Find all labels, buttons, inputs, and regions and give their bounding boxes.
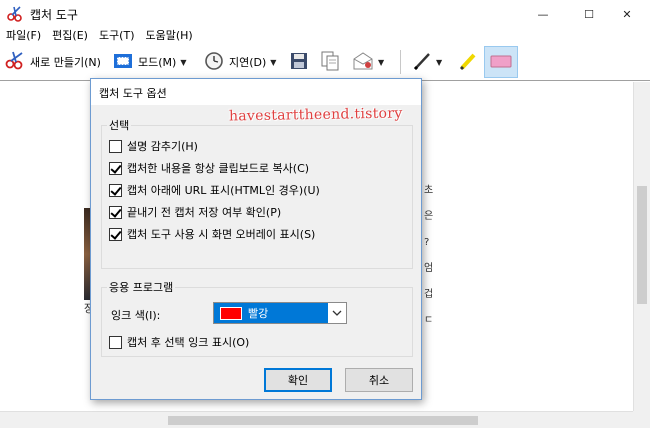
captured-char: 초 <box>424 185 434 196</box>
toolbar: 새로 만들기(N) 모드(M) ▼ 지연(D) ▼ ▼ ▼ <box>0 45 650 79</box>
horizontal-scroll-thumb[interactable] <box>168 416 478 425</box>
clock-icon <box>204 51 224 74</box>
copy-button[interactable] <box>320 49 340 75</box>
pen-button[interactable]: ▼ <box>412 49 442 75</box>
options-dialog: 캡처 도구 옵션 havestarttheend.tistory 선택 설명 감… <box>90 78 422 400</box>
show-ink-label: 캡처 후 선택 잉크 표시(O) <box>127 336 250 349</box>
captured-char: ㄷ <box>424 315 434 326</box>
ok-button[interactable]: 확인 <box>264 368 332 392</box>
captured-char: 겁 <box>424 289 434 300</box>
option-show-url[interactable]: 캡처 아래에 URL 표시(HTML인 경우)(U) <box>109 182 320 198</box>
highlighter-icon <box>458 51 478 74</box>
delay-chevron-down-icon: ▼ <box>270 57 277 67</box>
send-snip-button[interactable]: ▼ <box>352 49 384 75</box>
rectangle-mode-icon <box>113 53 133 72</box>
menu-tools[interactable]: 도구(T) <box>93 27 140 45</box>
show-url-checkbox[interactable] <box>109 183 122 197</box>
chevron-down-icon <box>328 303 346 323</box>
ink-color-value: 빨강 <box>248 307 269 320</box>
save-button[interactable] <box>290 49 308 75</box>
show-ink-checkbox[interactable] <box>109 335 122 349</box>
envelope-icon <box>352 51 374 74</box>
dialog-title-bar: 캡처 도구 옵션 <box>91 79 421 105</box>
captured-char: ? <box>424 237 430 248</box>
option-hide-description[interactable]: 설명 감추기(H) <box>109 138 198 154</box>
mode-label: 모드(M) <box>138 56 177 69</box>
option-copy-to-clipboard[interactable]: 캡처한 내용을 항상 클립보드로 복사(C) <box>109 160 309 176</box>
vertical-scrollbar[interactable] <box>633 82 650 412</box>
minimize-button[interactable]: — <box>520 0 566 28</box>
application-group-label: 응용 프로그램 <box>107 279 176 295</box>
horizontal-scrollbar[interactable] <box>0 411 633 428</box>
prompt-save-checkbox[interactable] <box>109 205 122 219</box>
selection-group-label: 선택 <box>107 117 132 133</box>
option-show-ink[interactable]: 캡처 후 선택 잉크 표시(O) <box>109 334 249 350</box>
scissors-app-icon <box>6 5 24 23</box>
title-bar: 캡처 도구 — ☐ ✕ <box>0 0 650 28</box>
show-overlay-checkbox[interactable] <box>109 227 122 241</box>
menu-edit[interactable]: 편집(E) <box>46 27 93 45</box>
copy-to-clipboard-checkbox[interactable] <box>109 161 122 175</box>
show-url-label: 캡처 아래에 URL 표시(HTML인 경우)(U) <box>127 184 320 197</box>
option-show-overlay[interactable]: 캡처 도구 사용 시 화면 오버레이 표시(S) <box>109 226 315 242</box>
pen-icon <box>412 51 432 74</box>
delay-label: 지연(D) <box>229 56 267 69</box>
highlighter-button[interactable] <box>458 49 478 75</box>
scrollbar-corner <box>633 411 650 428</box>
delay-dropdown[interactable]: 지연(D) ▼ <box>204 49 276 75</box>
hide-description-label: 설명 감추기(H) <box>127 140 198 153</box>
dialog-title: 캡처 도구 옵션 <box>99 87 167 100</box>
menu-help[interactable]: 도움말(H) <box>139 27 197 45</box>
captured-text-column: 초 은 ? 엄 겁 ㄷ <box>424 178 433 334</box>
mode-dropdown[interactable]: 모드(M) ▼ <box>113 49 186 75</box>
toolbar-divider <box>400 50 401 74</box>
ink-color-label: 잉크 색(I): <box>111 309 161 322</box>
cancel-button[interactable]: 취소 <box>345 368 413 392</box>
eraser-icon <box>490 53 512 72</box>
new-snip-button[interactable]: 새로 만들기(N) <box>4 49 101 75</box>
ink-color-swatch <box>220 306 242 320</box>
show-overlay-label: 캡처 도구 사용 시 화면 오버레이 표시(S) <box>127 228 316 241</box>
scissors-icon <box>4 51 26 74</box>
captured-char: 엄 <box>424 263 434 274</box>
copy-to-clipboard-label: 캡처한 내용을 항상 클립보드로 복사(C) <box>127 162 310 175</box>
window-title: 캡처 도구 <box>30 8 78 22</box>
menu-file[interactable]: 파일(F) <box>0 27 46 45</box>
snipping-tool-window: 캡처 도구 — ☐ ✕ 파일(F) 편집(E) 도구(T) 도움말(H) 새로 … <box>0 0 650 428</box>
save-icon <box>290 52 308 73</box>
hide-description-checkbox[interactable] <box>109 139 122 153</box>
captured-char: 은 <box>424 211 434 222</box>
prompt-save-label: 끝내기 전 캡처 저장 여부 확인(P) <box>127 206 282 219</box>
send-chevron-down-icon: ▼ <box>378 57 385 67</box>
ink-color-select[interactable]: 빨강 <box>213 302 347 324</box>
vertical-scroll-thumb[interactable] <box>637 186 647 304</box>
new-snip-label: 새로 만들기(N) <box>30 56 101 69</box>
mode-chevron-down-icon: ▼ <box>180 57 187 67</box>
menu-bar: 파일(F) 편집(E) 도구(T) 도움말(H) <box>0 27 198 45</box>
close-button[interactable]: ✕ <box>604 0 650 28</box>
copy-icon <box>320 51 340 74</box>
pen-chevron-down-icon: ▼ <box>436 57 443 67</box>
eraser-button[interactable] <box>484 46 518 78</box>
watermark-text: havestarttheend.tistory <box>228 105 403 125</box>
option-prompt-save[interactable]: 끝내기 전 캡처 저장 여부 확인(P) <box>109 204 281 220</box>
